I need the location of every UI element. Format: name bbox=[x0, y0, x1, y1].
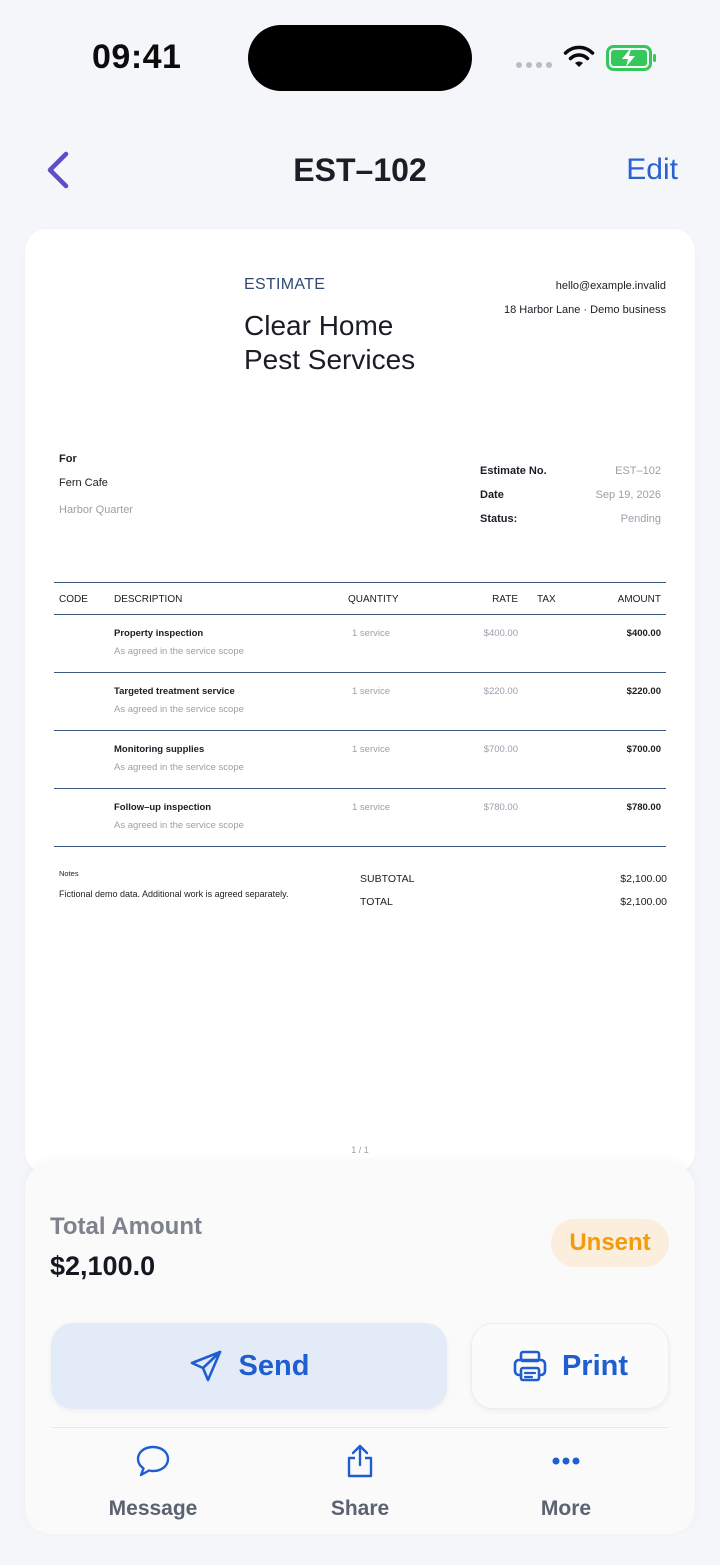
paper-plane-icon bbox=[190, 1350, 221, 1382]
dynamic-island bbox=[248, 25, 472, 91]
item-quantity: 1 service bbox=[352, 744, 391, 755]
item-note: As agreed in the service scope bbox=[114, 704, 244, 715]
table-row: Targeted treatment service As agreed in … bbox=[54, 673, 666, 731]
meta-value: EST–102 bbox=[615, 465, 661, 477]
client-area: Harbor Quarter bbox=[59, 504, 133, 516]
contact-email: hello@example.invalid bbox=[555, 280, 666, 292]
total-amount-value: $2,100.0 bbox=[50, 1251, 156, 1281]
header-quantity: QUANTITY bbox=[348, 594, 399, 605]
edit-button[interactable]: Edit bbox=[626, 153, 678, 187]
message-action[interactable]: Message bbox=[73, 1441, 233, 1521]
printer-icon bbox=[513, 1350, 547, 1382]
item-rate: $780.00 bbox=[483, 802, 518, 813]
chat-bubble-icon bbox=[136, 1445, 170, 1477]
more-dots-icon bbox=[552, 1457, 580, 1465]
estimate-document[interactable]: ESTIMATE Clear Home Pest Services hello@… bbox=[25, 229, 695, 1174]
status-time: 09:41 bbox=[92, 38, 182, 76]
item-description: Monitoring supplies bbox=[114, 744, 205, 755]
status-badge: Unsent bbox=[551, 1219, 669, 1267]
item-note: As agreed in the service scope bbox=[114, 820, 244, 831]
summary-sheet: Total Amount $2,100.0 Unsent Send Print … bbox=[25, 1163, 695, 1534]
contact-address: 18 Harbor Lane · Demo business bbox=[503, 304, 666, 316]
share-label: Share bbox=[330, 1497, 390, 1520]
subtotal-row: SUBTOTAL $2,100.00 bbox=[360, 867, 667, 890]
share-icon bbox=[347, 1444, 373, 1478]
item-quantity: 1 service bbox=[352, 628, 391, 639]
item-rate: $400.00 bbox=[483, 628, 518, 639]
print-label: Print bbox=[561, 1349, 629, 1382]
company-name: Clear Home Pest Services bbox=[244, 310, 416, 375]
total-amount-label: Total Amount bbox=[50, 1213, 202, 1240]
for-label: For bbox=[59, 453, 77, 465]
table-row: Follow–up inspection As agreed in the se… bbox=[54, 789, 666, 847]
notes-text: Fictional demo data. Additional work is … bbox=[59, 889, 289, 899]
item-amount: $400.00 bbox=[626, 628, 661, 639]
message-label: Message bbox=[108, 1497, 198, 1520]
item-note: As agreed in the service scope bbox=[114, 646, 244, 657]
line-items-table: CODE DESCRIPTION QUANTITY RATE TAX AMOUN… bbox=[54, 582, 666, 847]
cellular-signal-icon bbox=[516, 62, 552, 68]
totals-block: SUBTOTAL $2,100.00 TOTAL $2,100.00 bbox=[360, 867, 667, 913]
item-description: Follow–up inspection bbox=[114, 802, 212, 813]
item-amount: $780.00 bbox=[626, 802, 661, 813]
header-code: CODE bbox=[59, 594, 88, 605]
page-indicator: 1 / 1 bbox=[351, 1145, 369, 1155]
total-label: TOTAL bbox=[360, 895, 393, 908]
meta-label: Date bbox=[480, 489, 504, 501]
item-note: As agreed in the service scope bbox=[114, 762, 244, 773]
table-row: Property inspection As agreed in the ser… bbox=[54, 615, 666, 673]
item-description: Targeted treatment service bbox=[114, 686, 235, 697]
header-description: DESCRIPTION bbox=[114, 594, 183, 605]
meta-label: Estimate No. bbox=[480, 465, 547, 477]
item-rate: $220.00 bbox=[483, 686, 518, 697]
battery-charging-icon bbox=[606, 45, 656, 71]
item-amount: $700.00 bbox=[626, 744, 661, 755]
print-button[interactable]: Print bbox=[471, 1323, 669, 1409]
more-label: More bbox=[540, 1497, 592, 1520]
item-rate: $700.00 bbox=[483, 744, 518, 755]
wifi-icon bbox=[563, 45, 595, 67]
table-header: CODE DESCRIPTION QUANTITY RATE TAX AMOUN… bbox=[54, 582, 666, 615]
status-bar: 09:41 bbox=[0, 0, 720, 110]
item-description: Property inspection bbox=[114, 628, 204, 639]
meta-row: Date Sep 19, 2026 bbox=[480, 483, 661, 507]
table-row: Monitoring supplies As agreed in the ser… bbox=[54, 731, 666, 789]
meta-row: Status: Pending bbox=[480, 507, 661, 531]
total-row: TOTAL $2,100.00 bbox=[360, 890, 667, 913]
estimate-meta: Estimate No. EST–102 Date Sep 19, 2026 S… bbox=[480, 459, 661, 531]
navigation-bar: EST–102 Edit bbox=[0, 140, 720, 200]
subtotal-label: SUBTOTAL bbox=[360, 872, 415, 885]
total-value: $2,100.00 bbox=[620, 895, 667, 908]
divider bbox=[51, 1427, 669, 1428]
header-tax: TAX bbox=[537, 594, 556, 605]
item-amount: $220.00 bbox=[626, 686, 661, 697]
meta-value: Pending bbox=[620, 513, 661, 525]
meta-value: Sep 19, 2026 bbox=[595, 489, 661, 501]
item-quantity: 1 service bbox=[352, 802, 391, 813]
send-button[interactable]: Send bbox=[51, 1323, 447, 1409]
header-rate: RATE bbox=[492, 594, 518, 605]
subtotal-value: $2,100.00 bbox=[620, 872, 667, 885]
item-quantity: 1 service bbox=[352, 686, 391, 697]
business-contact: hello@example.invalid 18 Harbor Lane · D… bbox=[504, 274, 666, 322]
meta-label: Status: bbox=[480, 513, 518, 525]
document-type-label: ESTIMATE bbox=[244, 276, 326, 293]
notes-label: Notes bbox=[59, 869, 79, 878]
send-label: Send bbox=[238, 1349, 310, 1382]
more-action[interactable]: More bbox=[486, 1441, 646, 1521]
header-amount: AMOUNT bbox=[617, 594, 661, 605]
meta-row: Estimate No. EST–102 bbox=[480, 459, 661, 483]
page-title: EST–102 bbox=[293, 152, 427, 188]
client-name: Fern Cafe bbox=[59, 477, 108, 489]
share-action[interactable]: Share bbox=[280, 1441, 440, 1521]
